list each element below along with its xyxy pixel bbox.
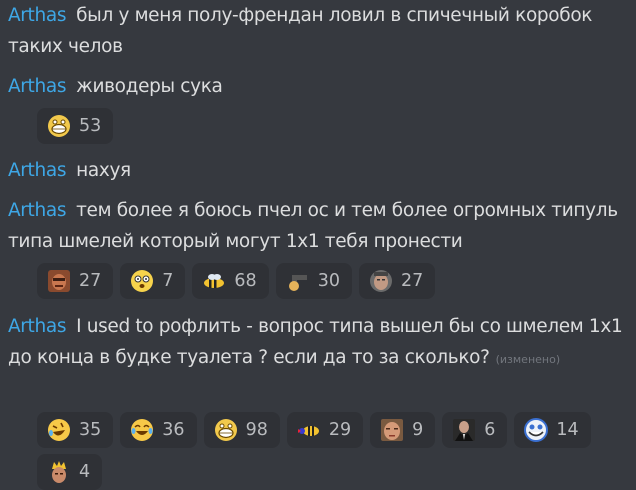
chat-messages: Arthas был у меня полу-френдан ловил в сп… <box>0 0 636 490</box>
reaction[interactable]: 27 <box>37 263 114 299</box>
reaction[interactable]: 27 <box>358 263 436 299</box>
reaction-count: 4 <box>79 462 91 482</box>
man-portrait-icon <box>380 418 404 442</box>
message-text: живодеры сука <box>76 76 223 97</box>
grinning-emote-icon <box>47 114 71 138</box>
message-author[interactable]: Arthas <box>8 200 66 221</box>
reaction[interactable]: 30 <box>275 263 352 299</box>
man-face-emote-icon <box>369 269 393 293</box>
joy-icon <box>130 418 154 442</box>
reaction-count: 30 <box>317 271 340 291</box>
reaction-count: 36 <box>162 420 185 440</box>
reaction[interactable]: 98 <box>203 412 280 448</box>
gun-hand-icon <box>286 269 310 293</box>
reaction-count: 7 <box>162 271 174 291</box>
reaction-bar: 35 36 98 29 9 6 14 4 <box>37 412 636 490</box>
reaction[interactable]: 35 <box>37 412 114 448</box>
reaction[interactable]: 9 <box>370 412 436 448</box>
message-text: тем более я боюсь пчел ос и тем более ог… <box>8 200 618 252</box>
reaction-bar: 27 7 68 30 27 <box>37 263 436 299</box>
reaction[interactable]: 36 <box>120 412 197 448</box>
message-text: был у меня полу-френдан ловил в спичечны… <box>8 5 593 57</box>
reaction[interactable]: 53 <box>37 108 114 144</box>
reaction-count: 6 <box>484 420 496 440</box>
king-emote-icon <box>47 460 71 484</box>
reaction[interactable]: 6 <box>442 412 508 448</box>
reaction[interactable]: 29 <box>286 412 364 448</box>
message-text: нахуя <box>76 160 131 181</box>
message-author[interactable]: Arthas <box>8 76 66 97</box>
reaction-count: 98 <box>245 420 268 440</box>
message: Arthas живодеры сука <box>8 71 628 102</box>
reaction[interactable]: 68 <box>192 263 269 299</box>
reaction-count: 14 <box>556 420 579 440</box>
reaction-count: 27 <box>79 271 102 291</box>
reaction-bar: 53 <box>37 108 114 144</box>
message: Arthas нахуя <box>8 155 628 186</box>
reaction-count: 35 <box>79 420 102 440</box>
reaction-count: 9 <box>412 420 424 440</box>
reaction-count: 53 <box>79 116 102 136</box>
grinning-emote-icon <box>214 418 238 442</box>
message-author[interactable]: Arthas <box>8 5 66 26</box>
face-emote-icon <box>47 269 71 293</box>
message-author[interactable]: Arthas <box>8 316 66 337</box>
bee-icon <box>202 269 226 293</box>
bee-flying-icon <box>297 418 321 442</box>
reaction[interactable]: 4 <box>37 454 103 490</box>
rofl-icon <box>47 418 71 442</box>
suit-man-icon <box>452 418 476 442</box>
message: Arthas тем более я боюсь пчел ос и тем бо… <box>8 195 628 257</box>
edited-label: (изменено) <box>495 353 561 366</box>
reaction[interactable]: 7 <box>120 263 186 299</box>
message: Arthas был у меня полу-френдан ловил в сп… <box>8 0 628 62</box>
reaction-count: 68 <box>234 271 257 291</box>
reaction-count: 29 <box>328 420 352 440</box>
dizzy-face-icon <box>130 269 154 293</box>
troll-face-icon <box>524 418 549 442</box>
message: Arthas I used to рофлить - вопрос типа вы… <box>8 311 628 375</box>
reaction[interactable]: 14 <box>514 412 591 448</box>
message-author[interactable]: Arthas <box>8 160 66 181</box>
reaction-count: 27 <box>400 271 424 291</box>
